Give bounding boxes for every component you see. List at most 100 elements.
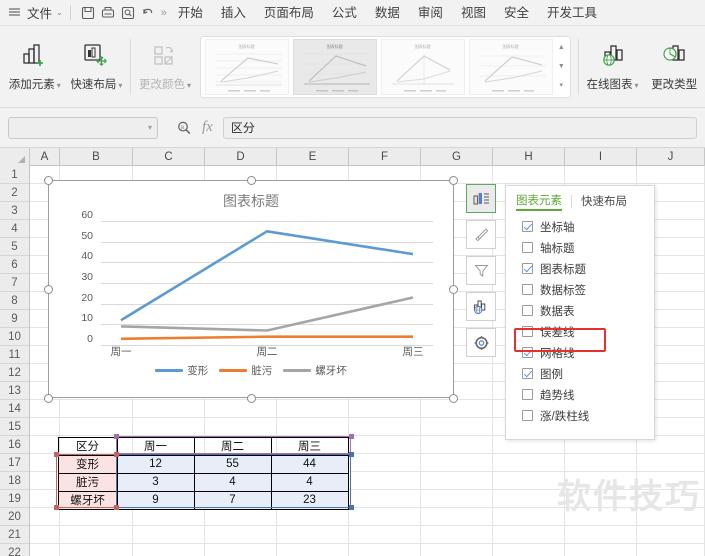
- row-header-9[interactable]: 9: [0, 310, 29, 328]
- legend-item[interactable]: 脏污: [219, 363, 272, 378]
- chart-style-thumb[interactable]: 图表标题: [204, 38, 289, 95]
- chart-legend[interactable]: 变形 脏污 螺牙坏: [49, 363, 453, 378]
- ribbon-tab-insert[interactable]: 插入: [212, 0, 255, 26]
- row-header-16[interactable]: 16: [0, 436, 29, 454]
- legend-item[interactable]: 变形: [155, 363, 208, 378]
- change-color-caret-icon[interactable]: ▾: [187, 81, 191, 90]
- panel-item-gridlines[interactable]: 网格线: [506, 342, 654, 363]
- selection-anchor[interactable]: [349, 434, 354, 439]
- resize-handle-ne[interactable]: [449, 176, 458, 185]
- row-header-12[interactable]: 12: [0, 364, 29, 382]
- hamburger-icon[interactable]: [8, 6, 21, 20]
- row-header-22[interactable]: 22: [0, 544, 29, 556]
- chart-style-gallery[interactable]: 图表标题 图表标题 图表标题 图表标题 ▲ ▼ ▾: [199, 35, 571, 98]
- column-header-F[interactable]: F: [349, 148, 421, 166]
- chart-style-brush-button[interactable]: [466, 220, 496, 249]
- row-header-14[interactable]: 14: [0, 400, 29, 418]
- chart-title[interactable]: 图表标题: [49, 191, 453, 211]
- row-header-7[interactable]: 7: [0, 274, 29, 292]
- row-header-17[interactable]: 17: [0, 454, 29, 472]
- column-header-I[interactable]: I: [565, 148, 637, 166]
- gallery-scroll-up-icon[interactable]: ▲: [558, 44, 565, 51]
- chart-style-thumb[interactable]: 图表标题: [380, 38, 465, 95]
- row-header-6[interactable]: 6: [0, 256, 29, 274]
- resize-handle-e[interactable]: [449, 285, 458, 294]
- online-chart-button[interactable]: 在线图表 ▾: [582, 26, 644, 107]
- row-header-4[interactable]: 4: [0, 220, 29, 238]
- chart-style-thumb[interactable]: 图表标题: [468, 38, 553, 95]
- chart-style-thumb[interactable]: 图表标题: [292, 38, 377, 95]
- chart-object[interactable]: 图表标题 60 50 40 30 20 10 0 周一 周二 周三 变形 脏污 …: [44, 176, 458, 403]
- row-header-1[interactable]: 1: [0, 166, 29, 184]
- quick-layout-caret-icon[interactable]: ▾: [118, 81, 122, 90]
- print-icon[interactable]: [98, 4, 118, 22]
- selection-anchor[interactable]: [349, 452, 354, 457]
- change-type-button[interactable]: 更改类型: [643, 26, 705, 107]
- checkbox-axis-titles[interactable]: [522, 242, 533, 253]
- checkbox-trendline[interactable]: [522, 389, 533, 400]
- ribbon-tab-home[interactable]: 开始: [169, 0, 212, 26]
- row-header-11[interactable]: 11: [0, 346, 29, 364]
- checkbox-error-bars[interactable]: [522, 326, 533, 337]
- add-element-button[interactable]: 添加元素 ▾: [4, 26, 66, 107]
- panel-item-axis-titles[interactable]: 轴标题: [506, 237, 654, 258]
- chart-elements-button[interactable]: [466, 184, 496, 213]
- selection-anchor[interactable]: [54, 452, 59, 457]
- row-header-3[interactable]: 3: [0, 202, 29, 220]
- change-color-button[interactable]: 更改颜色 ▾: [134, 26, 196, 107]
- checkbox-data-table[interactable]: [522, 305, 533, 316]
- row-header-21[interactable]: 21: [0, 526, 29, 544]
- checkbox-gridlines[interactable]: [522, 347, 533, 358]
- ribbon-tab-security[interactable]: 安全: [495, 0, 538, 26]
- name-box-caret-icon[interactable]: ▾: [148, 123, 152, 132]
- chart-online-button[interactable]: [466, 292, 496, 321]
- chart-settings-gear-button[interactable]: [466, 328, 496, 357]
- ribbon-tab-view[interactable]: 视图: [452, 0, 495, 26]
- selection-anchor[interactable]: [114, 452, 119, 457]
- panel-item-axes[interactable]: 坐标轴: [506, 216, 654, 237]
- row-header-15[interactable]: 15: [0, 418, 29, 436]
- column-header-J[interactable]: J: [637, 148, 705, 166]
- legend-item[interactable]: 螺牙坏: [283, 363, 347, 378]
- ribbon-tab-review[interactable]: 审阅: [409, 0, 452, 26]
- column-header-B[interactable]: B: [60, 148, 133, 166]
- quick-layout-button[interactable]: 快速布局 ▾: [66, 26, 128, 107]
- panel-item-data-table[interactable]: 数据表: [506, 300, 654, 321]
- ribbon-tab-formulas[interactable]: 公式: [323, 0, 366, 26]
- column-header-C[interactable]: C: [133, 148, 205, 166]
- online-chart-caret-icon[interactable]: ▾: [635, 81, 639, 90]
- add-element-caret-icon[interactable]: ▾: [57, 81, 61, 90]
- row-header-5[interactable]: 5: [0, 238, 29, 256]
- file-caret-icon[interactable]: ⌄: [56, 8, 63, 17]
- undo-icon[interactable]: [138, 4, 158, 22]
- gallery-scroll-controls[interactable]: ▲ ▼ ▾: [555, 39, 568, 95]
- row-header-18[interactable]: 18: [0, 472, 29, 490]
- column-header-H[interactable]: H: [493, 148, 565, 166]
- checkbox-chart-title[interactable]: [522, 263, 533, 274]
- row-header-13[interactable]: 13: [0, 382, 29, 400]
- name-box[interactable]: ▾: [8, 116, 158, 139]
- row-header-20[interactable]: 20: [0, 508, 29, 526]
- tab-quick-layout[interactable]: 快速布局: [581, 193, 627, 209]
- selection-anchor[interactable]: [114, 434, 119, 439]
- column-header-E[interactable]: E: [277, 148, 349, 166]
- file-menu-button[interactable]: 文件: [27, 3, 52, 22]
- table-header-cell[interactable]: 区分: [57, 436, 118, 456]
- resize-handle-w[interactable]: [44, 285, 53, 294]
- print-preview-icon[interactable]: [118, 4, 138, 22]
- panel-item-trendline[interactable]: 趋势线: [506, 384, 654, 405]
- gallery-more-icon[interactable]: ▾: [560, 82, 564, 89]
- more-commands-chevron-icon[interactable]: »: [161, 7, 167, 19]
- row-header-19[interactable]: 19: [0, 490, 29, 508]
- panel-item-legend[interactable]: 图例: [506, 363, 654, 384]
- row-header-2[interactable]: 2: [0, 184, 29, 202]
- column-header-A[interactable]: A: [30, 148, 60, 166]
- save-icon[interactable]: [78, 4, 98, 22]
- checkbox-up-down-bars[interactable]: [522, 410, 533, 421]
- resize-handle-se[interactable]: [449, 394, 458, 403]
- resize-handle-n[interactable]: [247, 176, 256, 185]
- magnifier-icon[interactable]: R: [176, 120, 192, 136]
- resize-handle-sw[interactable]: [44, 394, 53, 403]
- ribbon-tab-page-layout[interactable]: 页面布局: [255, 0, 323, 26]
- ribbon-tab-developer[interactable]: 开发工具: [538, 0, 606, 26]
